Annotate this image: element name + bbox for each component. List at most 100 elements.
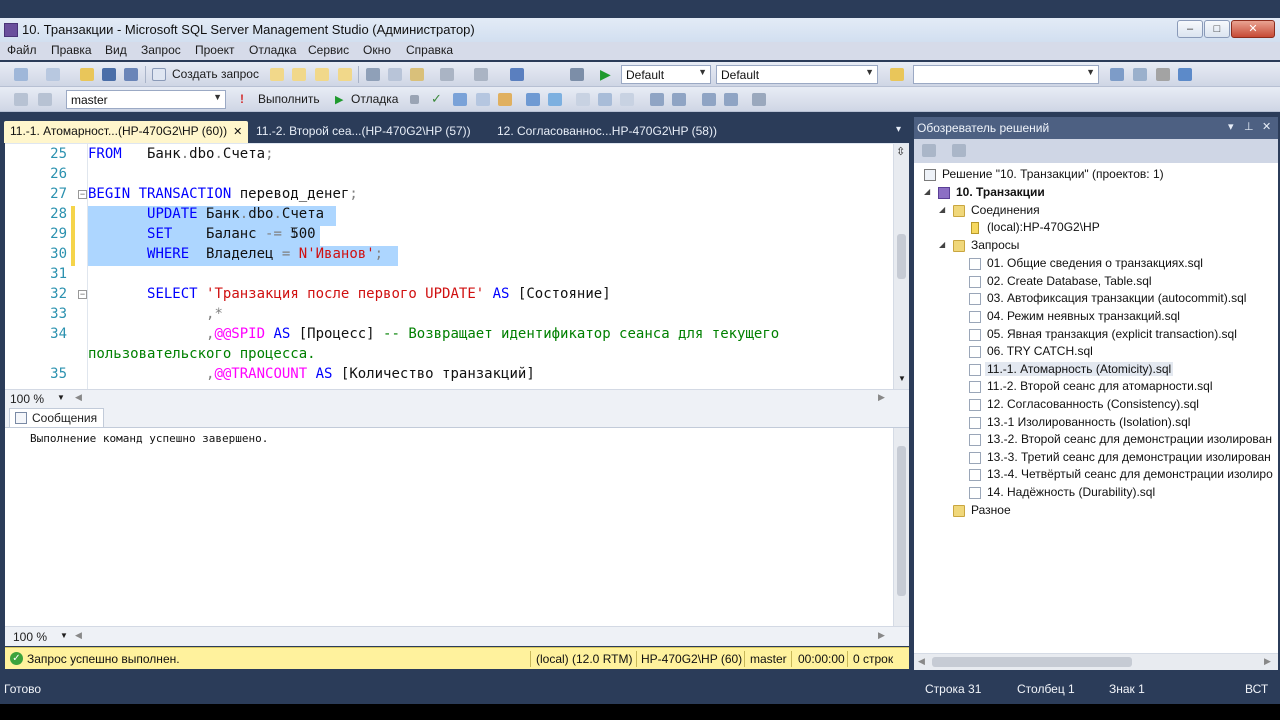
maximize-button[interactable]: □ <box>1204 20 1230 38</box>
query-designer-icon[interactable] <box>476 93 490 106</box>
cut-icon[interactable] <box>366 68 380 81</box>
zoom-dropdown-icon[interactable]: ▼ <box>57 393 65 402</box>
menu-debug[interactable]: Отладка <box>249 43 296 57</box>
display-plan-icon[interactable] <box>453 93 467 106</box>
undo-icon[interactable] <box>440 68 454 81</box>
results-vertical-scrollbar[interactable] <box>893 428 909 626</box>
client-stats-icon[interactable] <box>548 93 562 106</box>
collapse-icon[interactable]: ◢ <box>939 240 945 249</box>
paste-icon[interactable] <box>410 68 424 81</box>
menu-file[interactable]: Файл <box>7 43 37 57</box>
menu-project[interactable]: Проект <box>195 43 235 57</box>
tab-consistency[interactable]: 12. Согласованнос...HP-470G2\HP (58)) <box>491 121 723 143</box>
split-icon[interactable]: ⇳ <box>896 145 905 158</box>
tab-list-dropdown-icon[interactable]: ▾ <box>890 121 907 143</box>
menu-query[interactable]: Запрос <box>141 43 181 57</box>
close-tab-icon[interactable]: ✕ <box>233 126 242 138</box>
include-plan-icon[interactable] <box>526 93 540 106</box>
sql-editor[interactable]: 25 26 27 28 29 30 31 32 33 34 35 − − FRO… <box>5 143 909 389</box>
scroll-right-icon[interactable]: ▶ <box>1264 656 1271 667</box>
show-all-files-icon[interactable] <box>952 144 966 157</box>
menu-help[interactable]: Справка <box>406 43 453 57</box>
tree-label: 10. Транзакции <box>956 185 1045 199</box>
editor-zoom-combo[interactable]: 100 % <box>10 392 44 406</box>
save-icon[interactable] <box>102 68 116 81</box>
results-grid-icon[interactable] <box>598 93 612 106</box>
change-connection-icon[interactable] <box>38 93 52 106</box>
menu-view[interactable]: Вид <box>105 43 127 57</box>
scroll-right-icon[interactable]: ▶ <box>878 630 885 641</box>
intellisense-icon[interactable] <box>498 93 512 106</box>
scroll-left-icon[interactable]: ◀ <box>75 630 82 641</box>
redo-icon[interactable] <box>474 68 488 81</box>
properties-icon[interactable] <box>922 144 936 157</box>
toolbox-icon[interactable] <box>1178 68 1192 81</box>
fold-toggle-icon[interactable]: − <box>78 290 87 299</box>
toolbar-separator <box>358 66 359 83</box>
results-tab-strip: Сообщения <box>5 407 909 427</box>
properties-icon[interactable] <box>1156 68 1170 81</box>
parse-icon[interactable]: ✓ <box>431 91 445 106</box>
results-file-icon[interactable] <box>620 93 634 106</box>
tab-atomicity[interactable]: 11.-1. Атомарност...(HP-470G2\HP (60)) ✕ <box>4 121 249 143</box>
status-ready: Готово <box>4 682 42 696</box>
uncomment-icon[interactable] <box>672 93 686 106</box>
results-zoom-combo[interactable]: 100 % <box>13 630 47 644</box>
zoom-dropdown-icon[interactable]: ▼ <box>60 631 68 640</box>
sql-file-icon <box>969 381 981 393</box>
solution-platform-combo[interactable]: Default ▼ <box>716 65 878 84</box>
execute-button[interactable]: Выполнить <box>258 92 320 106</box>
decrease-indent-icon[interactable] <box>702 93 716 106</box>
scroll-thumb[interactable] <box>932 657 1132 667</box>
collapse-icon[interactable]: ◢ <box>924 187 930 196</box>
xmla-query-icon[interactable] <box>338 68 352 81</box>
find-in-files-icon[interactable] <box>890 68 904 81</box>
new-project-icon[interactable] <box>14 68 28 81</box>
scroll-thumb[interactable] <box>897 446 906 596</box>
object-explorer-icon[interactable] <box>1133 68 1147 81</box>
db-engine-query-icon[interactable] <box>270 68 284 81</box>
scroll-thumb[interactable] <box>897 234 906 279</box>
copy-icon[interactable] <box>388 68 402 81</box>
scroll-left-icon[interactable]: ◀ <box>918 656 925 667</box>
save-all-icon[interactable] <box>124 68 138 81</box>
navigate-backward-icon[interactable] <box>510 68 524 81</box>
solution-config-combo[interactable]: Default ▼ <box>621 65 711 84</box>
start-debug-icon[interactable]: ▶ <box>600 66 614 82</box>
menu-window[interactable]: Окно <box>363 43 391 57</box>
connect-icon[interactable] <box>14 93 28 106</box>
new-file-icon[interactable] <box>46 68 60 81</box>
pin-icon[interactable]: ⊥ <box>1244 120 1254 133</box>
database-combo[interactable]: master ▼ <box>66 90 226 109</box>
analysis-query-icon[interactable] <box>292 68 306 81</box>
increase-indent-icon[interactable] <box>724 93 738 106</box>
panel-close-icon[interactable]: ✕ <box>1262 120 1271 133</box>
scroll-down-icon[interactable]: ▼ <box>898 374 906 383</box>
menu-edit[interactable]: Правка <box>51 43 92 57</box>
results-zoom-bar: 100 % ▼ ◀ ▶ <box>5 626 909 646</box>
registered-servers-icon[interactable] <box>1110 68 1124 81</box>
panel-menu-icon[interactable]: ▾ <box>1228 120 1234 133</box>
messages-pane[interactable]: Выполнение команд успешно завершено. <box>5 427 909 626</box>
menu-tools[interactable]: Сервис <box>308 43 349 57</box>
open-file-icon[interactable] <box>80 68 94 81</box>
mdx-query-icon[interactable] <box>315 68 329 81</box>
fold-toggle-icon[interactable]: − <box>78 190 87 199</box>
scroll-right-icon[interactable]: ▶ <box>878 392 885 403</box>
new-query-button[interactable]: Создать запрос <box>172 67 259 81</box>
comment-icon[interactable] <box>650 93 664 106</box>
editor-vertical-scrollbar[interactable]: ⇳ ▼ <box>893 144 909 389</box>
solution-explorer-horizontal-scrollbar[interactable]: ◀ ▶ <box>914 653 1278 670</box>
close-button[interactable]: ✕ <box>1231 20 1275 38</box>
debug-button[interactable]: Отладка <box>351 92 398 106</box>
tab-second-session[interactable]: 11.-2. Второй сеа...(HP-470G2\HP (57)) <box>250 121 477 143</box>
specify-values-icon[interactable] <box>752 93 766 106</box>
cancel-query-icon[interactable] <box>410 95 419 104</box>
tab-messages[interactable]: Сообщения <box>9 408 105 427</box>
scroll-left-icon[interactable]: ◀ <box>75 392 82 403</box>
find-combo[interactable]: ▼ <box>913 65 1099 84</box>
collapse-icon[interactable]: ◢ <box>939 205 945 214</box>
minimize-button[interactable]: – <box>1177 20 1203 38</box>
find-icon[interactable] <box>570 68 584 81</box>
results-text-icon[interactable] <box>576 93 590 106</box>
